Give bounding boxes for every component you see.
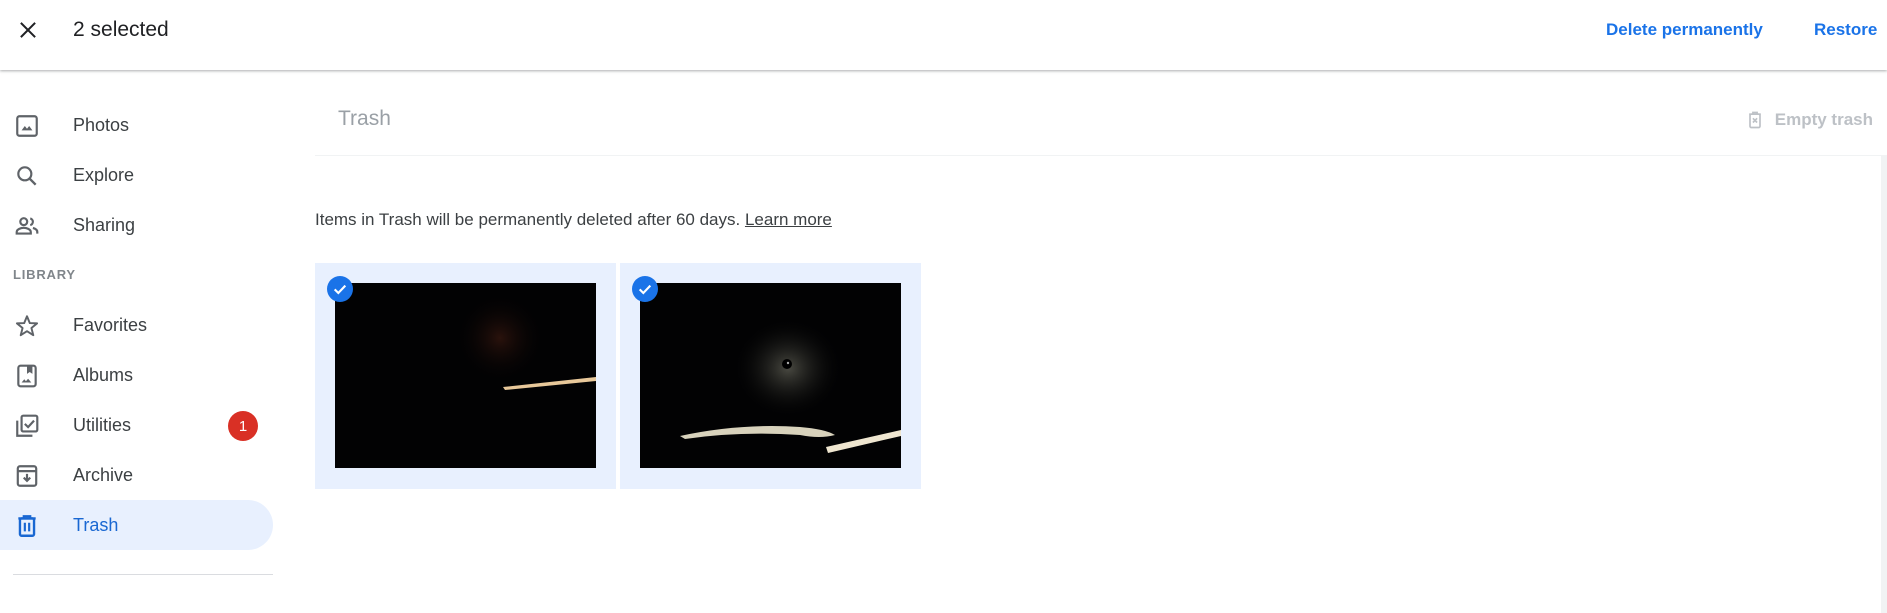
title-divider [315,155,1887,156]
album-icon [17,364,37,388]
selected-count: 2 selected [73,18,169,41]
selected-check-icon[interactable] [327,276,353,302]
sidebar-item-label: Sharing [73,214,136,235]
star-icon [15,315,39,337]
trash-icon [18,515,36,537]
close-icon [20,22,36,38]
delete-permanently-button[interactable]: Delete permanently [1606,20,1763,40]
trash-content: Trash Empty trash Items in Trash will be… [315,70,1887,613]
sidebar-item-label: Photos [73,114,130,135]
sidebar-item-favorites[interactable]: Favorites [0,300,273,350]
sidebar-item-label: Albums [73,364,134,385]
learn-more-link[interactable]: Learn more [745,210,832,229]
empty-trash-icon [1748,111,1761,129]
sidebar-item-albums[interactable]: Albums [0,350,273,400]
library-section-label: LIBRARY [13,267,76,282]
page-title: Trash [338,107,391,130]
sidebar-item-sharing[interactable]: Sharing [0,200,273,250]
sidebar-item-explore[interactable]: Explore [0,150,273,200]
people-icon [15,217,39,235]
scrollbar[interactable] [1881,156,1887,613]
selection-toolbar: 2 selected Delete permanently Restore [0,0,1887,70]
empty-trash-label: Empty trash [1774,110,1873,129]
empty-trash-button[interactable]: Empty trash [1745,110,1873,130]
sidebar: Photos Explore Sharing LIBRARY Favorites… [0,70,280,613]
sidebar-item-photos[interactable]: Photos [0,100,273,150]
photo-thumbnail [335,283,596,468]
photo-item[interactable] [315,263,616,489]
restore-button[interactable]: Restore [1814,20,1877,40]
sidebar-item-label: Archive [73,464,134,485]
search-icon [17,166,37,186]
sidebar-item-label: Utilities [73,414,132,435]
sidebar-item-label: Favorites [73,314,148,335]
photo-icon [16,115,38,137]
utilities-icon [16,414,39,437]
sidebar-item-utilities[interactable]: Utilities 1 [0,400,273,450]
sidebar-item-label: Trash [73,514,119,535]
sidebar-item-archive[interactable]: Archive [0,450,273,500]
sidebar-item-trash[interactable]: Trash [0,500,273,550]
photo-thumbnail [640,283,901,468]
trash-info-text: Items in Trash will be permanently delet… [315,210,741,229]
archive-icon [16,465,38,487]
sidebar-item-label: Explore [73,164,135,185]
sidebar-divider [13,574,273,575]
notification-badge: 1 [228,411,258,441]
selected-check-icon[interactable] [632,276,658,302]
close-selection-button[interactable] [12,14,44,46]
photo-item[interactable] [620,263,921,489]
trash-info: Items in Trash will be permanently delet… [315,210,832,230]
